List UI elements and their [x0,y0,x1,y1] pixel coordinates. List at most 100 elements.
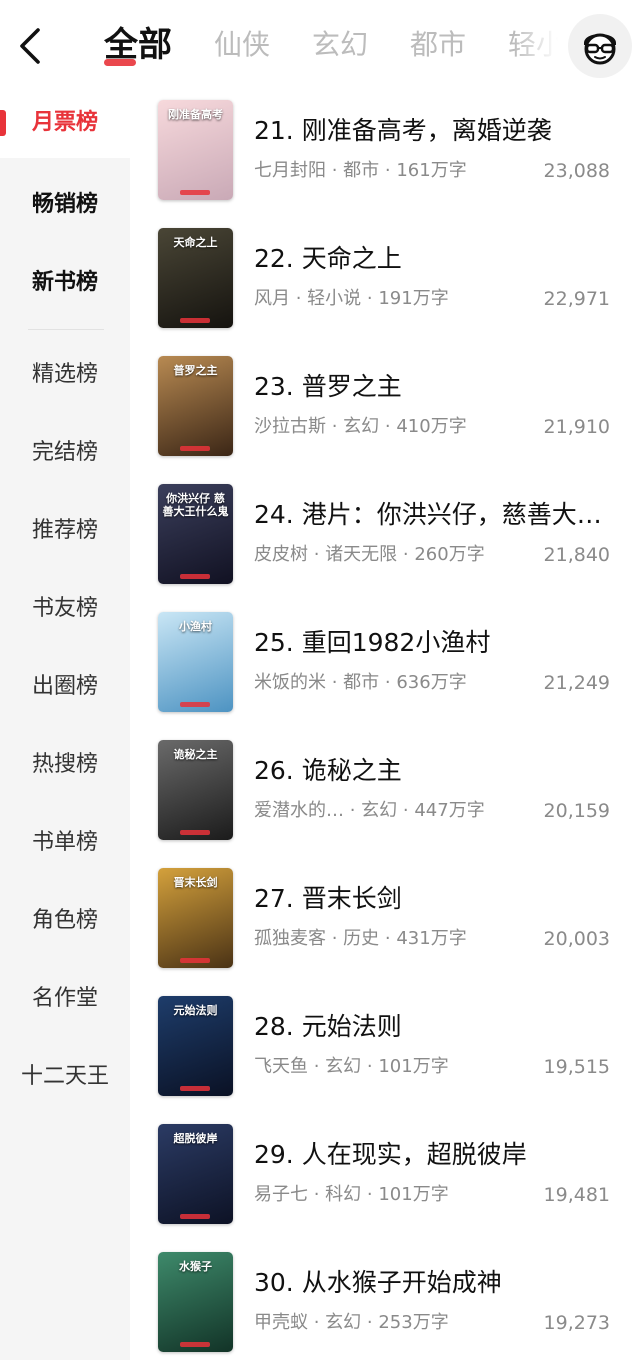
sidebar-item-label: 推荐榜 [31,518,98,543]
sidebar-item-6[interactable]: 书友榜 [0,574,130,644]
book-title[interactable]: 27. 晋末长剑 [254,882,616,916]
sidebar-item-5[interactable]: 推荐榜 [0,496,130,566]
book-author: 皮皮树 [254,544,308,565]
book-meta: 飞天鱼 · 玄幻 · 101万字 [254,1054,534,1080]
book-word-count: 447万字 [414,800,485,821]
book-title[interactable]: 26. 诡秘之主 [254,754,616,788]
sidebar-item-4[interactable]: 完结榜 [0,418,130,488]
book-cover[interactable]: 元始法则 [158,996,233,1096]
book-meta: 七月封阳 · 都市 · 161万字 [254,158,534,184]
publisher-logo [180,446,210,451]
publisher-logo [180,574,210,579]
book-row[interactable]: 你洪兴仔 慈善大王什么鬼 24. 港片：你洪兴仔，慈善大王什么鬼皮皮树 · 诸天无… [130,480,640,608]
sidebar-divider [28,329,104,330]
back-button[interactable] [12,24,52,68]
book-row[interactable]: 元始法则 28. 元始法则 飞天鱼 · 玄幻 · 101万字 19,515 [130,992,640,1120]
book-cover[interactable]: 刚准备高考 [158,100,233,200]
meta-separator: · [379,160,397,181]
sidebar-item-9[interactable]: 书单榜 [0,808,130,878]
meta-separator: · [361,1184,379,1205]
book-title[interactable]: 29. 人在现实，超脱彼岸 [254,1138,616,1172]
sidebar-item-label: 书友榜 [31,596,98,621]
sidebar-item-label: 名作堂 [31,986,98,1011]
book-row[interactable]: 水猴子 30. 从水猴子开始成神 甲壳蚁 · 玄幻 · 253万字 19,273 [130,1248,640,1360]
sidebar-item-label: 书单榜 [31,830,98,855]
sidebar-item-3[interactable]: 精选榜 [0,340,130,410]
tab-2[interactable]: 玄幻 [312,18,368,72]
book-genre: 诸天无限 [325,544,398,565]
tab-0[interactable]: 全部 [104,18,172,72]
chevron-left-icon [20,28,40,64]
top-bar: 全部仙侠玄幻都市轻小说 [0,0,640,92]
book-genre: 玄幻 [343,416,380,437]
book-meta: 爱潜水的… · 玄幻 · 447万字 [254,798,534,824]
tab-3[interactable]: 都市 [410,18,466,72]
monthly-ticket-count: 21,840 [543,544,610,566]
sidebar-item-7[interactable]: 出圈榜 [0,652,130,722]
monthly-ticket-count: 22,971 [543,288,610,310]
profile-button[interactable] [568,14,632,78]
book-cover[interactable]: 你洪兴仔 慈善大王什么鬼 [158,484,233,584]
active-indicator [0,110,6,136]
cover-title: 元始法则 [173,1004,218,1017]
meta-separator: · [308,1056,326,1077]
book-genre: 历史 [343,928,380,949]
cover-title: 天命之上 [173,236,218,249]
publisher-logo [180,190,210,195]
meta-separator: · [326,672,344,693]
cover-title: 刚准备高考 [168,108,223,121]
meta-separator: · [397,800,415,821]
sidebar-item-8[interactable]: 热搜榜 [0,730,130,800]
book-row[interactable]: 超脱彼岸 29. 人在现实，超脱彼岸 易子七 · 科幻 · 101万字 19,481 [130,1120,640,1248]
book-title[interactable]: 23. 普罗之主 [254,370,616,404]
book-cover[interactable]: 水猴子 [158,1252,233,1352]
sidebar-item-11[interactable]: 名作堂 [0,964,130,1034]
book-row[interactable]: 小渔村 25. 重回1982小渔村 米饭的米 · 都市 · 636万字 21,249 [130,608,640,736]
book-author: 米饭的米 [254,672,326,693]
book-row[interactable]: 晋末长剑 27. 晋末长剑 孤独麦客 · 历史 · 431万字 20,003 [130,864,640,992]
tab-1[interactable]: 仙侠 [214,18,270,72]
book-title[interactable]: 28. 元始法则 [254,1010,616,1044]
meta-separator: · [379,672,397,693]
book-title[interactable]: 21. 刚准备高考，离婚逆袭 [254,114,616,148]
sidebar-item-0[interactable]: 月票榜 [0,88,130,158]
book-author: 沙拉古斯 [254,416,326,437]
book-title[interactable]: 22. 天命之上 [254,242,616,276]
book-cover[interactable]: 普罗之主 [158,356,233,456]
cover-title: 普罗之主 [173,364,218,377]
book-genre: 玄幻 [325,1056,362,1077]
sidebar-item-10[interactable]: 角色榜 [0,886,130,956]
publisher-logo [180,1086,210,1091]
cover-title: 超脱彼岸 [173,1132,218,1145]
monthly-ticket-count: 20,003 [543,928,610,950]
book-row[interactable]: 刚准备高考 21. 刚准备高考，离婚逆袭 七月封阳 · 都市 · 161万字 23,0… [130,96,640,224]
book-row[interactable]: 普罗之主 23. 普罗之主 沙拉古斯 · 玄幻 · 410万字 21,910 [130,352,640,480]
sidebar-item-label: 出圈榜 [31,674,98,699]
book-row[interactable]: 天命之上 22. 天命之上 风月 · 轻小说 · 191万字 22,971 [130,224,640,352]
book-title[interactable]: 30. 从水猴子开始成神 [254,1266,616,1300]
book-title[interactable]: 25. 重回1982小渔村 [254,626,616,660]
monthly-ticket-count: 20,159 [543,800,610,822]
book-row[interactable]: 诡秘之主 26. 诡秘之主爱潜水的… · 玄幻 · 447万字 20,159 [130,736,640,864]
sidebar-item-label: 热搜榜 [31,752,98,777]
book-author: 飞天鱼 [254,1056,308,1077]
monthly-ticket-count: 19,273 [543,1312,610,1334]
meta-separator: · [326,160,344,181]
book-word-count: 431万字 [396,928,467,949]
sidebar-item-label: 角色榜 [31,908,98,933]
sidebar-item-label: 月票榜 [31,110,98,135]
sidebar-item-label: 新书榜 [31,270,98,295]
book-author: 易子七 [254,1184,308,1205]
book-cover[interactable]: 天命之上 [158,228,233,328]
book-cover[interactable]: 诡秘之主 [158,740,233,840]
sidebar-item-1[interactable]: 畅销榜 [0,170,130,240]
sidebar-item-2[interactable]: 新书榜 [0,248,130,318]
book-title[interactable]: 24. 港片：你洪兴仔，慈善大王什么鬼 [254,498,616,532]
book-cover[interactable]: 超脱彼岸 [158,1124,233,1224]
meta-separator: · [290,288,308,309]
sidebar-item-12[interactable]: 十二天王 [0,1042,130,1112]
book-cover[interactable]: 小渔村 [158,612,233,712]
book-cover[interactable]: 晋末长剑 [158,868,233,968]
cover-title: 小渔村 [179,620,212,633]
book-word-count: 260万字 [414,544,485,565]
